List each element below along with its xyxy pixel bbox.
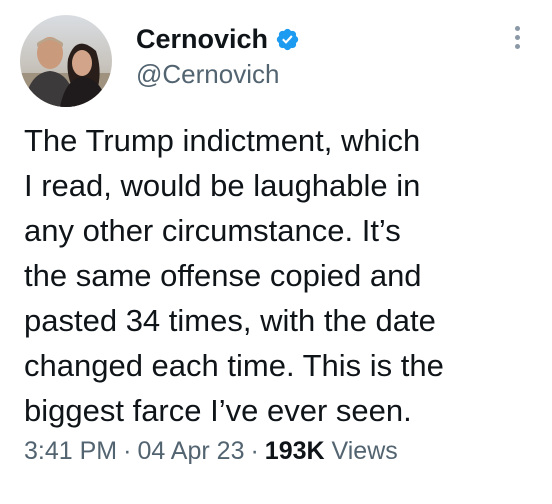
more-options-icon[interactable] bbox=[506, 22, 528, 58]
verified-badge-icon bbox=[275, 27, 300, 52]
meta-separator: · bbox=[250, 437, 259, 465]
views-count[interactable]: 193K bbox=[265, 437, 325, 465]
avatar[interactable] bbox=[20, 15, 112, 107]
tweet-metadata: 3:41 PM · 04 Apr 23 · 193K Views bbox=[24, 435, 398, 467]
tweet-card: Cernovich @Cernovich The Trump indictmen… bbox=[0, 0, 552, 504]
views-label: Views bbox=[331, 437, 398, 465]
avatar-photo bbox=[20, 15, 112, 107]
author-display-name[interactable]: Cernovich bbox=[136, 22, 268, 56]
author-name-row: Cernovich bbox=[136, 22, 300, 56]
tweet-date[interactable]: 04 Apr 23 bbox=[137, 437, 244, 465]
tweet-time[interactable]: 3:41 PM bbox=[24, 437, 117, 465]
meta-separator: · bbox=[123, 437, 132, 465]
author-handle[interactable]: @Cernovich bbox=[136, 58, 279, 90]
tweet-text: The Trump indictment, which I read, woul… bbox=[24, 123, 444, 428]
